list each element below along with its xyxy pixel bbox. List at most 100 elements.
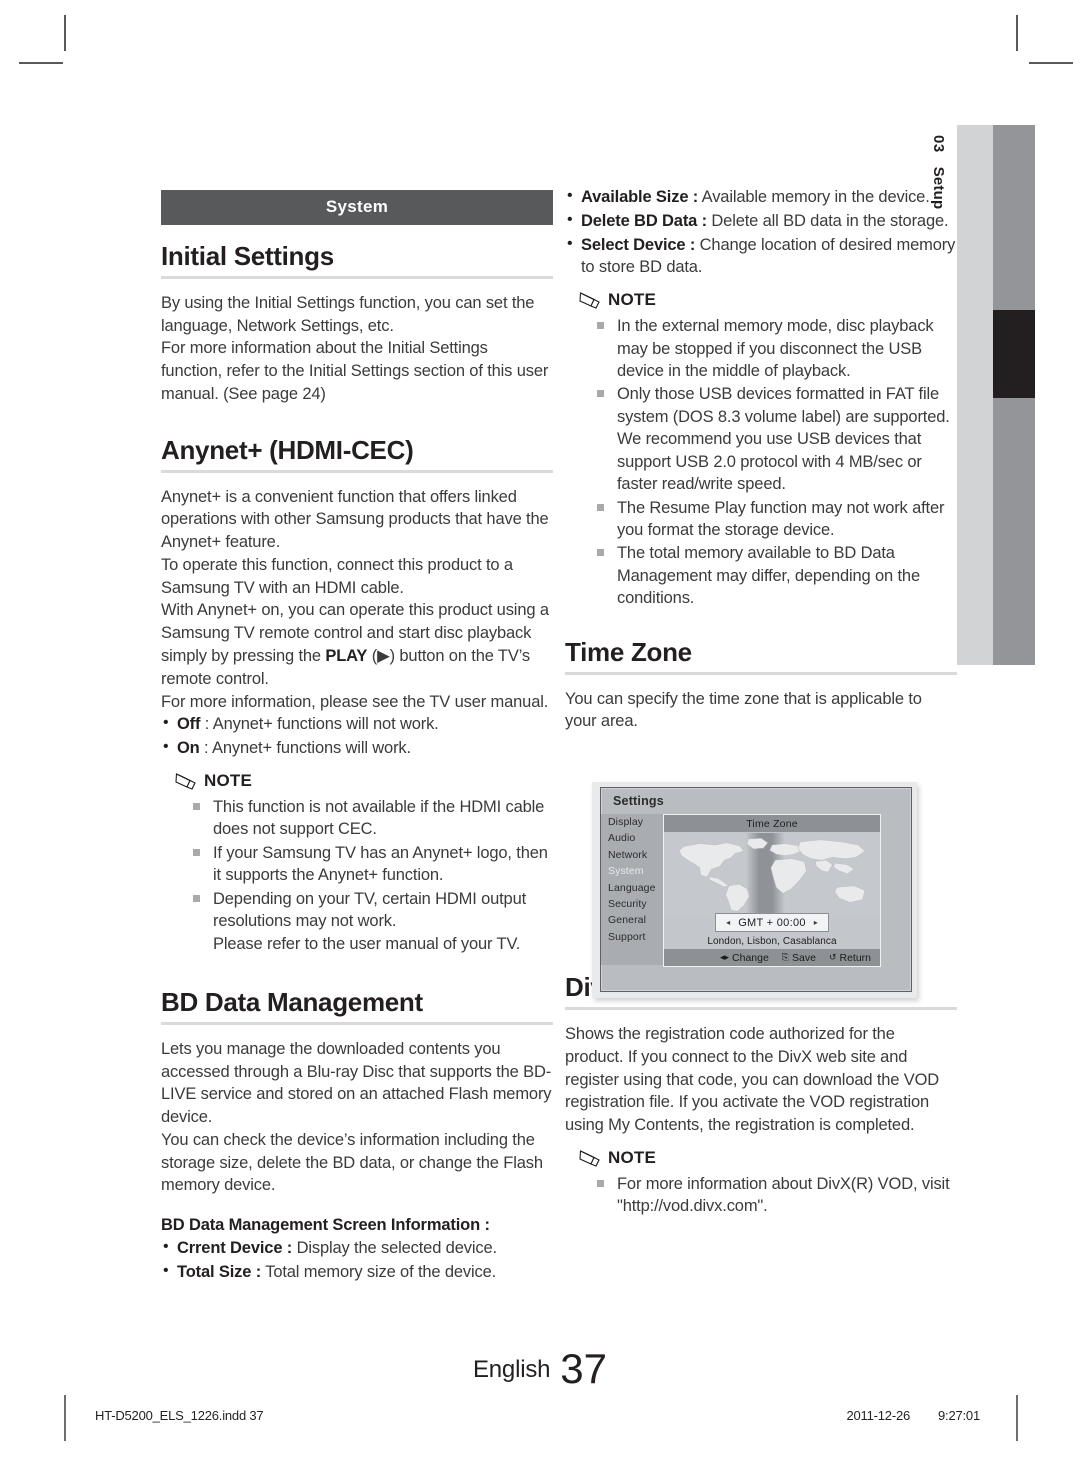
footer-date: 2011-12-26 <box>846 1408 911 1423</box>
save-icon: ⎘ <box>781 952 789 962</box>
right-column: Available Size : Available memory in the… <box>565 185 957 1219</box>
chapter-number: 03 <box>930 135 948 153</box>
list-item: This function is not available if the HD… <box>191 796 553 841</box>
paragraph: Shows the registration code authorized f… <box>565 1025 940 1135</box>
time-zone-panel: Time Zone ◂ GMT + 00:00 ▸ London, Lisbon… <box>663 814 881 967</box>
paragraph: For more information about the Initial S… <box>161 339 549 403</box>
list-item: In the external memory mode, disc playba… <box>595 315 957 382</box>
panel-title: Time Zone <box>746 817 798 830</box>
list-item: On : Anynet+ functions will work. <box>161 736 553 760</box>
footer-time: 9:27:01 <box>938 1408 980 1423</box>
sidebar-item-network[interactable]: Network <box>601 847 663 863</box>
footer-action-change[interactable]: ◂▸ Change <box>720 952 769 964</box>
section-initial-settings: Initial Settings By using the Initial Se… <box>161 241 553 406</box>
gmt-value: GMT + 00:00 <box>738 916 806 929</box>
list-item-continuation: Please refer to the user manual of your … <box>213 935 521 954</box>
option-term: Crrent Device : <box>177 1239 293 1258</box>
sidebar-item-security[interactable]: Security <box>601 896 663 912</box>
sidebar-item-language[interactable]: Language <box>601 880 663 896</box>
footer-action-return[interactable]: ↺ Return <box>829 952 871 964</box>
heading-rule <box>161 1021 553 1025</box>
crop-mark-top-left-horizontal <box>19 62 63 64</box>
bd-data-screen-info-list-continued: Available Size : Available memory in the… <box>565 185 957 280</box>
sub-heading-screen-info: BD Data Management Screen Information : <box>161 1216 490 1235</box>
option-term: Available Size : <box>581 188 699 206</box>
list-item: Delete BD Data : Delete all BD data in t… <box>565 209 957 233</box>
footer-action-label: Save <box>792 951 816 964</box>
settings-sidebar: Display Audio Network System Language Se… <box>601 814 663 965</box>
list-item: Depending on your TV, certain HDMI outpu… <box>191 888 553 933</box>
heading-time-zone: Time Zone <box>565 636 692 667</box>
crop-mark-bottom-left-vertical <box>64 1395 66 1441</box>
footer-timestamp: 2011-12-26 9:27:01 <box>846 1408 980 1423</box>
settings-title: Settings <box>613 794 664 808</box>
gmt-selector[interactable]: ◂ GMT + 00:00 ▸ <box>715 913 829 932</box>
list-item: The Resume Play function may not work af… <box>595 497 957 542</box>
paragraph: You can check the device’s information i… <box>161 1130 543 1195</box>
panel-footer: ◂▸ Change ⎘ Save ↺ Return <box>664 949 880 966</box>
option-text: : Anynet+ functions will not work. <box>200 715 439 734</box>
option-term: Off <box>177 715 201 734</box>
crop-mark-top-left-vertical <box>64 15 66 51</box>
option-text: : Anynet+ functions will work. <box>199 739 411 758</box>
note-label: NOTE <box>204 770 253 790</box>
page-number: 37 <box>560 1345 608 1392</box>
paragraph-anynet-play: With Anynet+ on, you can operate this pr… <box>161 601 549 688</box>
crop-mark-top-right-horizontal <box>1029 62 1073 64</box>
list-item: The total memory available to BD Data Ma… <box>595 542 957 609</box>
note-label: NOTE <box>608 1147 657 1167</box>
sidebar-item-audio[interactable]: Audio <box>601 830 663 846</box>
note-label: NOTE <box>608 290 657 310</box>
settings-window: Settings Display Audio Network System La… <box>600 787 912 992</box>
heading-rule <box>161 469 553 473</box>
option-text: Available memory in the device. <box>698 188 930 206</box>
list-item: Total Size : Total memory size of the de… <box>161 1260 553 1284</box>
option-term: Total Size : <box>177 1262 262 1281</box>
option-term: On <box>177 739 200 758</box>
footer-file-name: HT-D5200_ELS_1226.indd 37 <box>95 1408 264 1423</box>
paragraph: By using the Initial Settings function, … <box>161 293 535 335</box>
chevron-left-icon[interactable]: ◂ <box>726 918 730 927</box>
note-header: NOTE <box>579 290 957 310</box>
return-icon: ↺ <box>828 952 837 962</box>
chapter-tab: 03 Setup <box>931 125 993 665</box>
option-term: Delete BD Data : <box>581 211 707 230</box>
note-header: NOTE <box>175 771 553 791</box>
note-header: NOTE <box>579 1148 957 1168</box>
pencil-icon <box>175 772 196 790</box>
section-bd-data-management: BD Data Management Lets you manage the d… <box>161 986 553 1284</box>
heading-rule <box>565 1007 957 1011</box>
bd-data-screen-info-list: Crrent Device : Display the selected dev… <box>161 1236 553 1284</box>
heading-anynet: Anynet+ (HDMI-CEC) <box>161 434 414 465</box>
option-term: Select Device : <box>581 235 696 254</box>
anynet-options-list: Off : Anynet+ functions will not work. O… <box>161 712 553 760</box>
change-arrows-icon: ◂▸ <box>719 952 730 962</box>
list-item: Select Device : Change location of desir… <box>565 233 957 280</box>
list-item: Off : Anynet+ functions will not work. <box>161 712 553 736</box>
section-anynet: Anynet+ (HDMI-CEC) Anynet+ is a convenie… <box>161 434 553 956</box>
world-map-graphic <box>678 838 866 912</box>
chevron-right-icon[interactable]: ▸ <box>814 918 818 927</box>
section-divx-vod: DivX® Video On Demand Shows the registra… <box>565 972 957 1218</box>
list-item: If your Samsung TV has an Anynet+ logo, … <box>191 842 553 887</box>
section-time-zone: Time Zone You can specify the time zone … <box>565 636 957 733</box>
list-item: Crrent Device : Display the selected dev… <box>161 1236 553 1260</box>
option-text: Total memory size of the device. <box>261 1262 497 1281</box>
world-map[interactable] <box>664 833 880 916</box>
crop-mark-top-right-vertical <box>1016 15 1018 51</box>
panel-header: Time Zone <box>664 815 880 832</box>
sidebar-item-general[interactable]: General <box>601 912 663 928</box>
heading-rule <box>565 671 957 675</box>
footer-action-label: Return <box>839 951 871 964</box>
pencil-icon <box>579 292 600 309</box>
anynet-note-list: This function is not available if the HD… <box>161 796 553 956</box>
paragraph: To operate this function, connect this p… <box>161 555 513 597</box>
play-button-label: PLAY <box>325 646 368 665</box>
footer-action-save[interactable]: ⎘ Save <box>782 952 816 964</box>
page-footer: English 37 <box>0 1345 1080 1393</box>
sidebar-item-support[interactable]: Support <box>601 929 663 945</box>
sidebar-item-system[interactable]: System <box>601 863 663 879</box>
paragraph: For more information, please see the TV … <box>161 692 549 711</box>
sidebar-item-display[interactable]: Display <box>601 814 663 830</box>
heading-bd-data-management: BD Data Management <box>161 986 423 1017</box>
